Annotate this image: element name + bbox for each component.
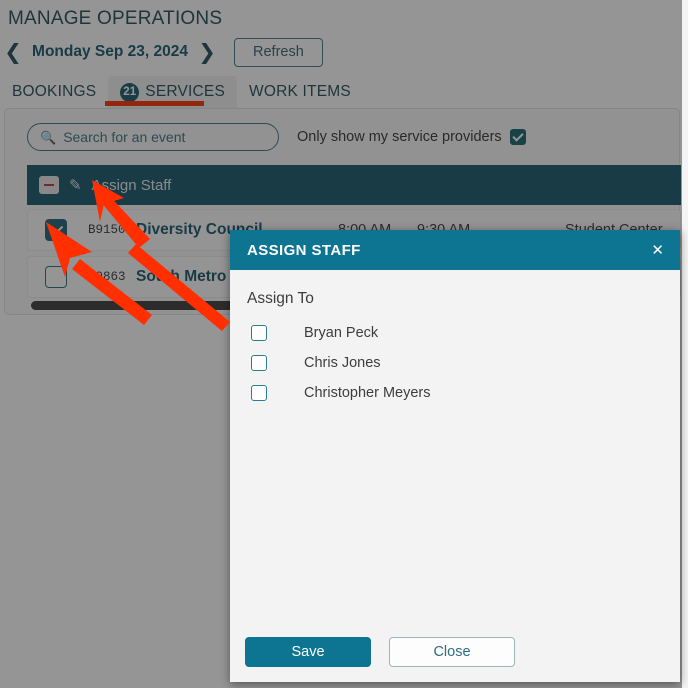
staff-checkbox[interactable] — [251, 325, 267, 341]
close-button[interactable]: Close — [389, 636, 515, 667]
page-right-edge — [682, 0, 688, 688]
assign-to-label: Assign To — [247, 290, 314, 307]
dialog-header: ASSIGN STAFF ✕ — [230, 230, 680, 270]
dialog-title: ASSIGN STAFF — [247, 241, 361, 259]
staff-name: Bryan Peck — [304, 325, 379, 341]
staff-checkbox[interactable] — [251, 355, 267, 371]
save-button[interactable]: Save — [245, 636, 371, 667]
assign-staff-dialog: ASSIGN STAFF ✕ Assign To Bryan Peck Chri… — [230, 230, 680, 682]
staff-name: Chris Jones — [304, 355, 381, 371]
staff-option-chris-jones[interactable]: Chris Jones — [247, 348, 680, 378]
staff-checkbox[interactable] — [251, 385, 267, 401]
close-icon[interactable]: ✕ — [651, 242, 664, 258]
dialog-body: Assign To Bryan Peck Chris Jones Christo… — [230, 270, 680, 620]
dialog-footer: Save Close — [230, 620, 680, 682]
staff-option-bryan-peck[interactable]: Bryan Peck — [247, 318, 680, 348]
staff-name: Christopher Meyers — [304, 385, 431, 401]
staff-option-christopher-meyers[interactable]: Christopher Meyers — [247, 378, 680, 408]
screen-root: MANAGE OPERATIONS ❮ Monday Sep 23, 2024 … — [0, 0, 688, 688]
